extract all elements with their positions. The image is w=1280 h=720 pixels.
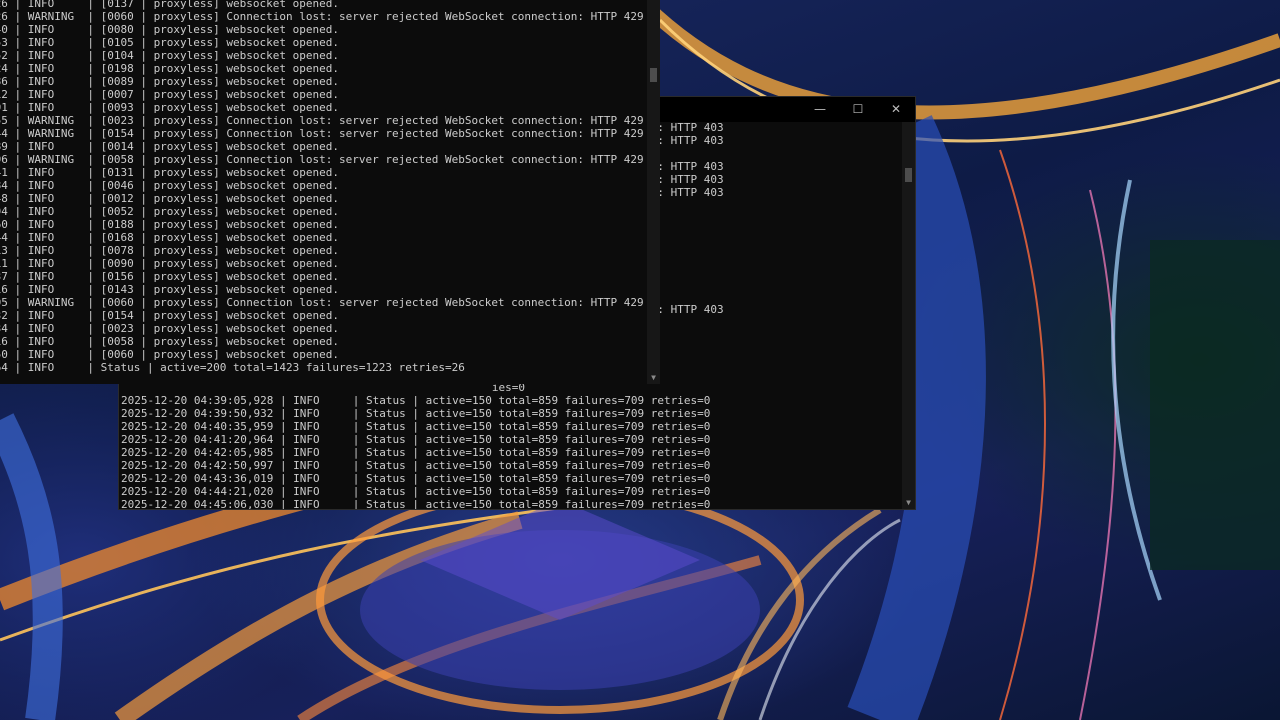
log-line: 2025-12-20 04:45:06,030 | INFO | Status … — [121, 498, 711, 509]
log-line: 052 | INFO | [0104 | proxyless] websocke… — [0, 49, 339, 62]
log-line: 048 | INFO | [0012 | proxyless] websocke… — [0, 192, 339, 205]
log-line: 355 | WARNING | [0023 | proxyless] Conne… — [0, 114, 644, 127]
log-line: 512 | INFO | [0007 | proxyless] websocke… — [0, 88, 339, 101]
log-line: 405 | WARNING | [0060 | proxyless] Conne… — [0, 296, 644, 309]
log-line: 413 | INFO | [0078 | proxyless] websocke… — [0, 244, 339, 257]
log-line: 650 | INFO | [0060 | proxyless] websocke… — [0, 348, 339, 361]
maximize-button[interactable]: ☐ — [839, 97, 877, 122]
close-button[interactable]: ✕ — [877, 97, 915, 122]
log-line: 2025-12-20 04:39:05,928 | INFO | Status … — [121, 394, 711, 407]
close-icon: ✕ — [890, 102, 902, 116]
log-line: 032 | INFO | [0154 | proxyless] websocke… — [0, 309, 339, 322]
log-line: 589 | INFO | [0014 | proxyless] websocke… — [0, 140, 339, 153]
scrollbar-thumb[interactable] — [650, 68, 657, 82]
log-line: 2025-12-20 04:39:50,932 | INFO | Status … — [121, 407, 711, 420]
maximize-icon: ☐ — [852, 102, 864, 116]
vertical-scrollbar[interactable]: ▼ — [902, 122, 915, 509]
console-output: 626 | INFO | [0137 | proxyless] websocke… — [0, 0, 646, 374]
log-line: 626 | INFO | [0137 | proxyless] websocke… — [0, 0, 339, 10]
log-line: 906 | WARNING | [0058 | proxyless] Conne… — [0, 153, 644, 166]
log-line: 244 | INFO | [0168 | proxyless] websocke… — [0, 231, 339, 244]
log-line: 2025-12-20 04:43:36,019 | INFO | Status … — [121, 472, 711, 485]
log-line: 637 | INFO | [0156 | proxyless] websocke… — [0, 270, 339, 283]
log-line: 2025-12-20 04:42:50,997 | INFO | Status … — [121, 459, 711, 472]
foreground-console-window[interactable]: 626 | INFO | [0137 | proxyless] websocke… — [0, 0, 660, 384]
scrollbar-thumb[interactable] — [905, 168, 912, 182]
log-line: 684 | INFO | [0046 | proxyless] websocke… — [0, 179, 339, 192]
log-line: 601 | INFO | [0093 | proxyless] websocke… — [0, 101, 339, 114]
log-line: 2025-12-20 04:40:35,959 | INFO | Status … — [121, 420, 711, 433]
log-line: 016 | INFO | [0058 | proxyless] websocke… — [0, 335, 339, 348]
log-line: 2025-12-20 04:44:21,020 | INFO | Status … — [121, 485, 711, 498]
log-line: 564 | INFO | Status | active=200 total=1… — [0, 361, 465, 374]
scroll-down-arrow-icon[interactable]: ▼ — [647, 372, 660, 384]
minimize-icon: — — [814, 102, 826, 116]
log-line: 886 | INFO | [0089 | proxyless] websocke… — [0, 75, 339, 88]
log-line: 2025-12-20 04:42:05,985 | INFO | Status … — [121, 446, 711, 459]
log-line: 094 | INFO | [0052 | proxyless] websocke… — [0, 205, 339, 218]
log-line: 441 | INFO | [0131 | proxyless] websocke… — [0, 166, 339, 179]
scroll-down-arrow-icon[interactable]: ▼ — [902, 497, 915, 509]
log-line: 611 | INFO | [0090 | proxyless] websocke… — [0, 257, 339, 270]
minimize-button[interactable]: — — [801, 97, 839, 122]
log-line: 640 | INFO | [0080 | proxyless] websocke… — [0, 23, 339, 36]
vertical-scrollbar[interactable]: ▼ — [647, 0, 660, 384]
log-line: 124 | INFO | [0198 | proxyless] websocke… — [0, 62, 339, 75]
log-line: 2025-12-20 04:41:20,964 | INFO | Status … — [121, 433, 711, 446]
log-line: 934 | INFO | [0023 | proxyless] websocke… — [0, 322, 339, 335]
log-line: 016 | INFO | [0143 | proxyless] websocke… — [0, 283, 339, 296]
log-line: 926 | WARNING | [0060 | proxyless] Conne… — [0, 10, 644, 23]
log-line: 853 | INFO | [0105 | proxyless] websocke… — [0, 36, 339, 49]
log-line: 060 | INFO | [0188 | proxyless] websocke… — [0, 218, 339, 231]
log-line: 444 | WARNING | [0154 | proxyless] Conne… — [0, 127, 644, 140]
